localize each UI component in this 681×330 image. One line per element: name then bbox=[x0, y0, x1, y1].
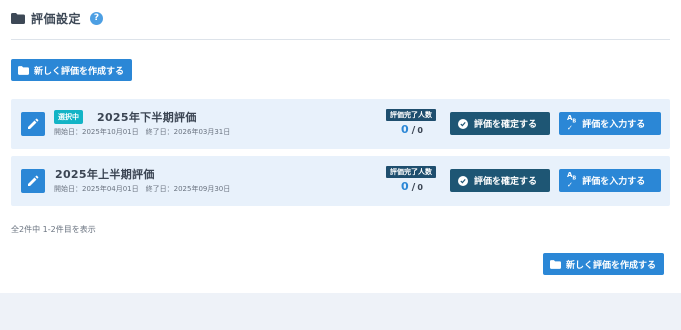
edit-button[interactable] bbox=[21, 112, 45, 136]
completed-count-label: 評価完了人数 bbox=[386, 109, 436, 121]
confirm-evaluation-label: 評価を確定する bbox=[474, 120, 538, 130]
main-panel: 評価設定 ? 新しく評価を作成する 選択中 2025年下半期評価 開始日：202… bbox=[0, 0, 681, 293]
pencil-icon bbox=[28, 175, 39, 186]
completed-count-label: 評価完了人数 bbox=[386, 166, 436, 178]
create-evaluation-button-bottom[interactable]: 新しく評価を作成する bbox=[543, 253, 665, 275]
check-circle-icon bbox=[458, 175, 468, 186]
create-evaluation-button-top[interactable]: 新しく評価を作成する bbox=[11, 59, 133, 81]
pagination-summary: 全2件中 1-2件目を表示 bbox=[11, 225, 96, 234]
total-value: 0 bbox=[417, 183, 423, 192]
header-divider bbox=[11, 39, 670, 40]
input-evaluation-label: 評価を入力する bbox=[582, 120, 646, 130]
pencil-icon bbox=[28, 118, 39, 129]
folder-icon bbox=[11, 12, 25, 24]
confirm-evaluation-button[interactable]: 評価を確定する bbox=[450, 112, 550, 135]
evaluation-dates: 開始日：2025年04月01日 終了日：2025年09月30日 bbox=[54, 185, 231, 193]
total-value: 0 bbox=[417, 126, 423, 135]
page-header: 評価設定 ? bbox=[11, 9, 104, 27]
selected-badge: 選択中 bbox=[54, 110, 83, 124]
completed-value: 0 bbox=[401, 180, 409, 193]
count-separator: / bbox=[411, 182, 416, 193]
folder-icon bbox=[550, 259, 561, 269]
create-evaluation-label: 新しく評価を作成する bbox=[34, 66, 125, 77]
completed-value: 0 bbox=[401, 123, 409, 136]
evaluation-name[interactable]: 2025年上半期評価 bbox=[55, 166, 155, 182]
spellcheck-icon: AB ✓ bbox=[567, 113, 577, 133]
completed-count: 0/0 bbox=[401, 180, 423, 193]
edit-button[interactable] bbox=[21, 169, 45, 193]
evaluation-dates: 開始日：2025年10月01日 終了日：2026年03月31日 bbox=[54, 128, 231, 136]
input-evaluation-button[interactable]: AB ✓ 評価を入力する bbox=[559, 169, 661, 192]
evaluation-name[interactable]: 2025年下半期評価 bbox=[97, 109, 197, 125]
confirm-evaluation-button[interactable]: 評価を確定する bbox=[450, 169, 550, 192]
check-circle-icon bbox=[458, 118, 468, 129]
spellcheck-icon: AB ✓ bbox=[567, 170, 577, 190]
confirm-evaluation-label: 評価を確定する bbox=[474, 177, 538, 187]
create-evaluation-label: 新しく評価を作成する bbox=[566, 260, 657, 271]
count-separator: / bbox=[411, 125, 416, 136]
help-icon[interactable]: ? bbox=[90, 11, 104, 25]
folder-icon bbox=[18, 65, 29, 75]
completed-count: 0/0 bbox=[401, 123, 423, 136]
input-evaluation-button[interactable]: AB ✓ 評価を入力する bbox=[559, 112, 661, 135]
input-evaluation-label: 評価を入力する bbox=[582, 177, 646, 187]
page-title: 評価設定 bbox=[31, 11, 82, 26]
evaluation-row: 2025年上半期評価 開始日：2025年04月01日 終了日：2025年09月3… bbox=[11, 156, 670, 206]
evaluation-row: 選択中 2025年下半期評価 開始日：2025年10月01日 終了日：2026年… bbox=[11, 99, 670, 149]
